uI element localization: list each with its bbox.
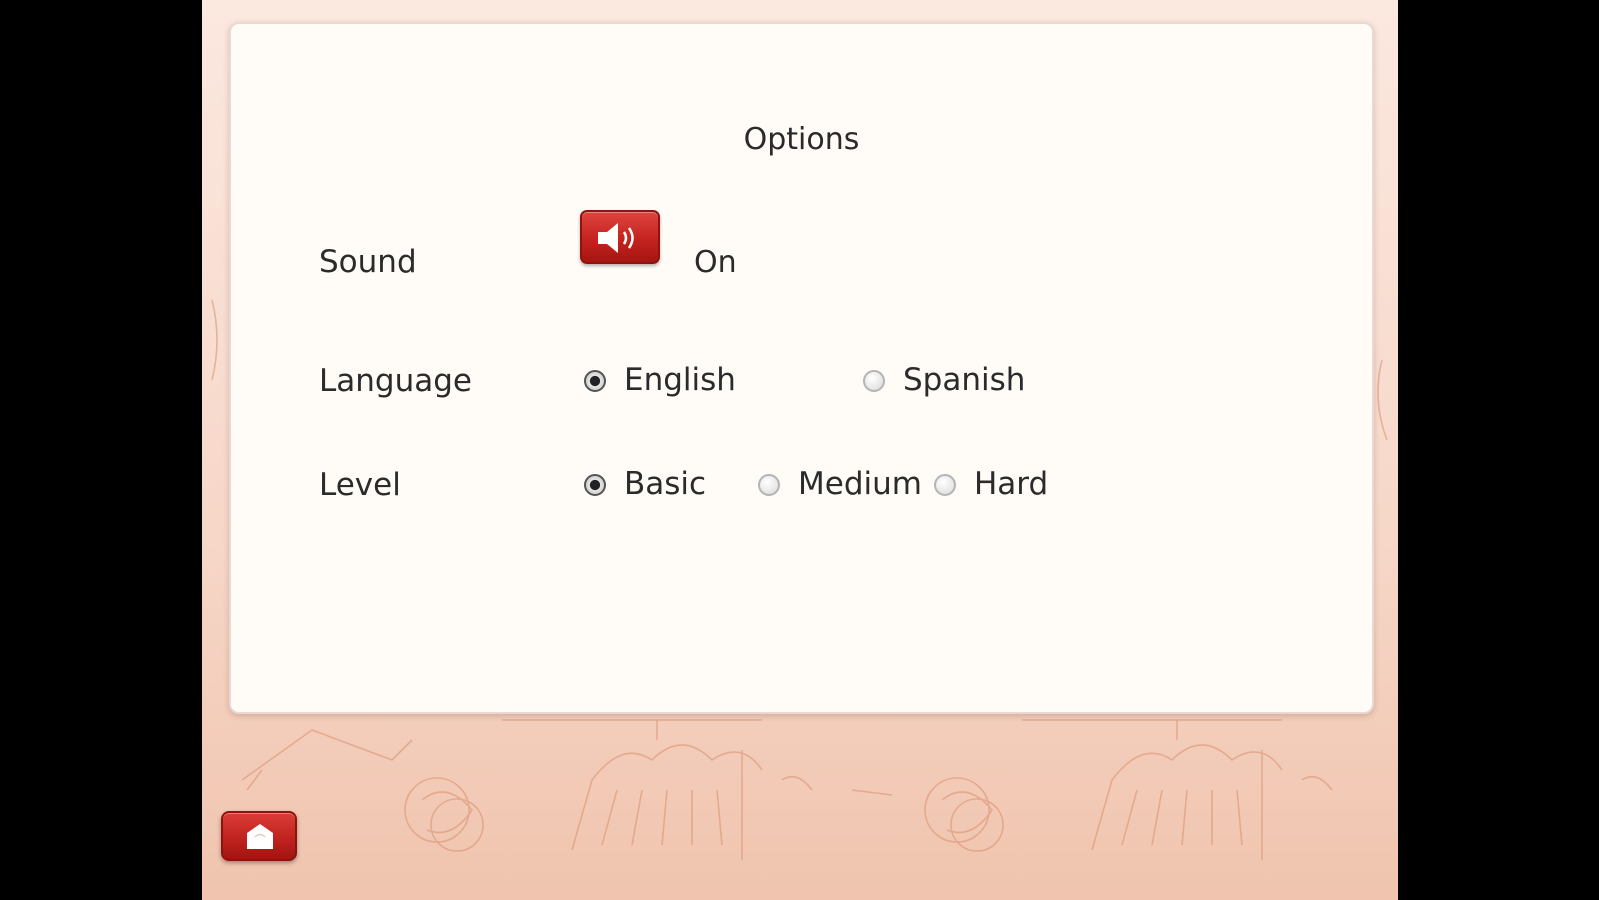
level-option-label: Medium — [798, 466, 922, 502]
level-option-label: Hard — [974, 466, 1049, 502]
language-option-english[interactable]: English — [584, 362, 754, 398]
home-button[interactable] — [221, 811, 297, 861]
sound-label: Sound — [319, 244, 417, 280]
radio-unselected-icon — [758, 474, 780, 496]
language-option-label: English — [624, 362, 736, 398]
level-option-medium[interactable]: Medium — [758, 466, 923, 502]
home-icon — [247, 824, 273, 849]
sound-status: On — [694, 245, 737, 280]
level-option-label: Basic — [624, 466, 707, 502]
radio-unselected-icon — [863, 370, 885, 392]
radio-unselected-icon — [934, 474, 956, 496]
page-title: Options — [743, 122, 860, 157]
radio-selected-icon — [584, 474, 606, 496]
speaker-icon — [598, 223, 634, 253]
level-label: Level — [319, 467, 401, 503]
level-option-basic[interactable]: Basic — [584, 466, 724, 502]
options-panel: Options Sound On Language English Spanis… — [229, 22, 1374, 714]
radio-selected-icon — [584, 370, 606, 392]
language-option-spanish[interactable]: Spanish — [863, 362, 1043, 398]
level-option-hard[interactable]: Hard — [934, 466, 1064, 502]
game-screen: Options Sound On Language English Spanis… — [202, 0, 1398, 900]
language-label: Language — [319, 363, 472, 399]
language-option-label: Spanish — [903, 362, 1026, 398]
sound-toggle-button[interactable] — [580, 210, 660, 264]
